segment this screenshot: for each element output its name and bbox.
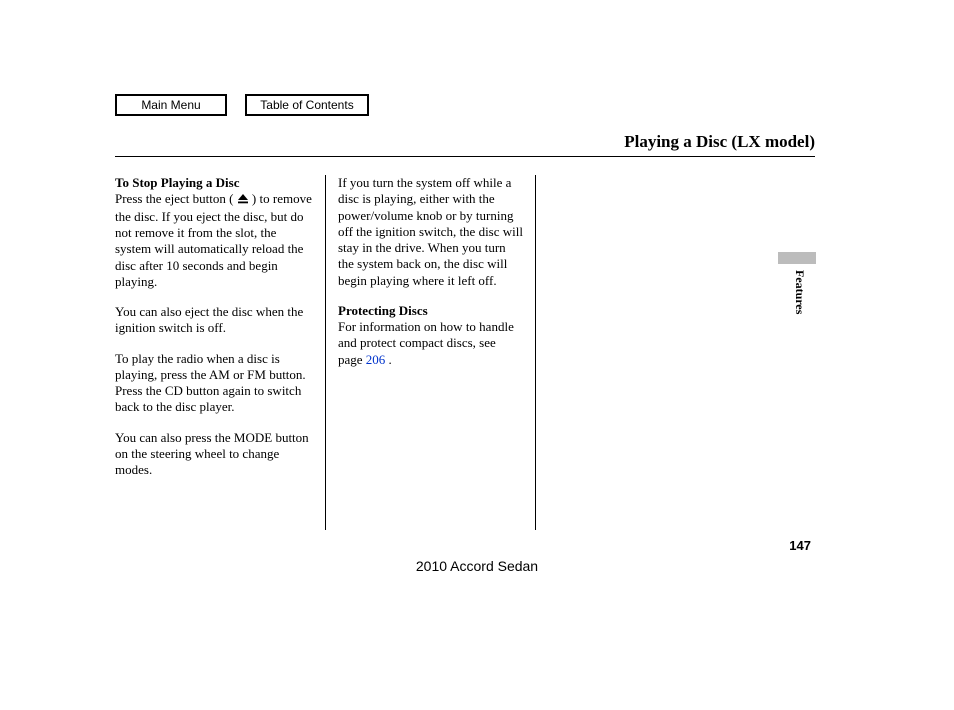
page-title: Playing a Disc (LX model) (115, 132, 815, 152)
page-link-206[interactable]: 206 (366, 352, 386, 367)
top-nav: Main Menu Table of Contents (115, 94, 815, 116)
eject-icon (237, 194, 249, 209)
title-row: Playing a Disc (LX model) (115, 132, 815, 157)
heading-protecting-discs: Protecting Discs (338, 303, 428, 318)
stop-playing-text-a: Press the eject button ( (115, 191, 233, 206)
column-3 (535, 175, 745, 530)
resume-play-text: If you turn the system off while a disc … (338, 175, 523, 289)
manual-page: Main Menu Table of Contents Playing a Di… (115, 94, 815, 530)
section-label-features: Features (792, 270, 807, 314)
radio-switch-text: To play the radio when a disc is playing… (115, 351, 313, 416)
column-1: To Stop Playing a Disc Press the eject b… (115, 175, 325, 530)
content-columns: To Stop Playing a Disc Press the eject b… (115, 175, 815, 530)
main-menu-button[interactable]: Main Menu (115, 94, 227, 116)
protect-text-a: For information on how to handle and pro… (338, 319, 514, 367)
stop-playing-section: To Stop Playing a Disc Press the eject b… (115, 175, 313, 290)
footer-model: 2010 Accord Sedan (0, 558, 954, 574)
eject-ignition-off-text: You can also eject the disc when the ign… (115, 304, 313, 337)
section-tab (778, 252, 816, 264)
table-of-contents-button[interactable]: Table of Contents (245, 94, 369, 116)
column-2: If you turn the system off while a disc … (325, 175, 535, 530)
heading-stop-playing: To Stop Playing a Disc (115, 175, 240, 190)
protect-text-b: . (389, 352, 392, 367)
page-number: 147 (789, 538, 811, 553)
mode-button-text: You can also press the MODE button on th… (115, 430, 313, 479)
protecting-discs-section: Protecting Discs For information on how … (338, 303, 523, 368)
